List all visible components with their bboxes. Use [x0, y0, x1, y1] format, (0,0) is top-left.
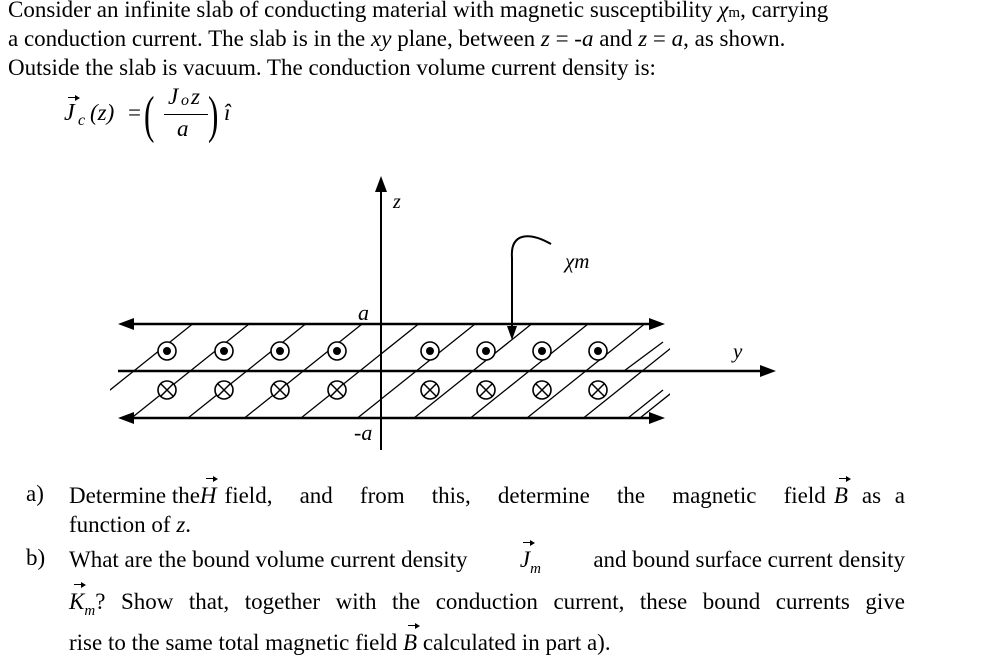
current-into-page-icon	[476, 380, 496, 400]
question-text: Determine the	[69, 483, 200, 508]
question-b-line-2: Km ? Show that, together with the conduc…	[69, 581, 905, 626]
question-text: What are the bound volume current densit…	[69, 547, 468, 572]
km-subscript: m	[84, 603, 96, 619]
y-axis-label: y	[731, 339, 743, 363]
bottom-left-arrowhead	[118, 412, 134, 424]
z-axis-label: z	[392, 191, 401, 213]
current-out-of-page-icon	[588, 341, 608, 361]
top-right-arrowhead	[649, 318, 665, 330]
z-axis-arrowhead	[375, 176, 387, 192]
question-text: and bound surface current density	[593, 547, 905, 572]
question-text: the	[616, 483, 646, 508]
material-pointer-arrowhead	[507, 326, 517, 340]
question-text: function of	[69, 512, 177, 537]
question-a-label: a)	[26, 481, 44, 506]
question-text: calculated in part a).	[417, 630, 611, 655]
material-pointer-arrow	[510, 235, 552, 330]
material-label: χm	[563, 249, 589, 273]
current-out-of-page-icon	[532, 341, 552, 361]
current-into-page-icon	[532, 380, 552, 400]
bottom-boundary-label: -a	[354, 420, 372, 445]
top-boundary-label: a	[358, 300, 369, 325]
question-b-line-3: rise to the same total magnetic field B …	[69, 622, 611, 657]
hatch-line-extra	[623, 341, 664, 372]
jm-subscript: m	[530, 561, 541, 577]
question-text: magnetic	[672, 483, 757, 508]
current-out-of-page-icon	[476, 341, 496, 361]
question-a-line-2: function of z.	[69, 510, 191, 539]
current-into-page-icon	[327, 380, 347, 400]
question-text: ? Show that, together with the conductio…	[95, 589, 905, 614]
jm-vector: J	[519, 539, 536, 572]
question-text: .	[185, 512, 192, 537]
question-text: determine	[497, 483, 590, 508]
question-b-line-1: What are the bound volume current densit…	[69, 539, 905, 584]
question-text: field,	[224, 483, 273, 508]
current-out-of-page-icon	[157, 341, 177, 361]
current-into-page-icon	[270, 380, 290, 400]
question-text: rise to the same total magnetic field	[69, 630, 404, 655]
current-into-page-icon	[214, 380, 234, 400]
h-vector: H	[199, 475, 218, 508]
y-axis-arrowhead	[760, 365, 776, 377]
current-into-page-icon	[157, 380, 177, 400]
question-text: from	[359, 483, 405, 508]
question-a-line-1: Determine the H field, and from this, determ…	[69, 475, 905, 510]
b-vector: B	[403, 622, 421, 655]
current-out-of-page-icon	[420, 341, 440, 361]
current-into-page-icon	[420, 380, 440, 400]
bottom-right-arrowhead	[649, 412, 665, 424]
question-text: as a	[861, 483, 905, 508]
question-b-label: b)	[26, 545, 46, 570]
current-into-page-icon	[588, 380, 608, 400]
question-text: this,	[431, 483, 471, 508]
km-vector: K	[69, 581, 87, 614]
z-var: z	[176, 512, 186, 537]
question-text: and	[299, 483, 333, 508]
top-left-arrowhead	[118, 318, 134, 330]
current-out-of-page-icon	[327, 341, 347, 361]
current-out-of-page-icon	[270, 341, 290, 361]
question-text: field	[783, 483, 826, 508]
b-vector: B	[833, 475, 851, 508]
current-out-of-page-icon	[214, 341, 234, 361]
